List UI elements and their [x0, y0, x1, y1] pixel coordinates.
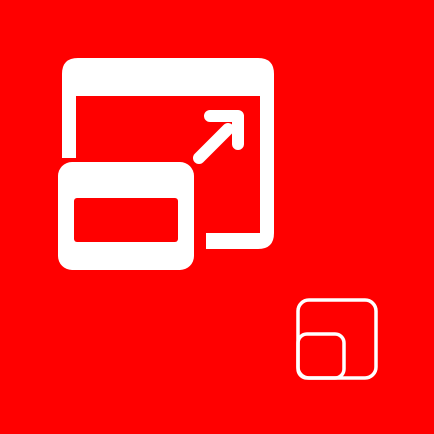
app-icon-canvas — [0, 0, 434, 434]
picture-in-picture-icon — [296, 298, 378, 380]
